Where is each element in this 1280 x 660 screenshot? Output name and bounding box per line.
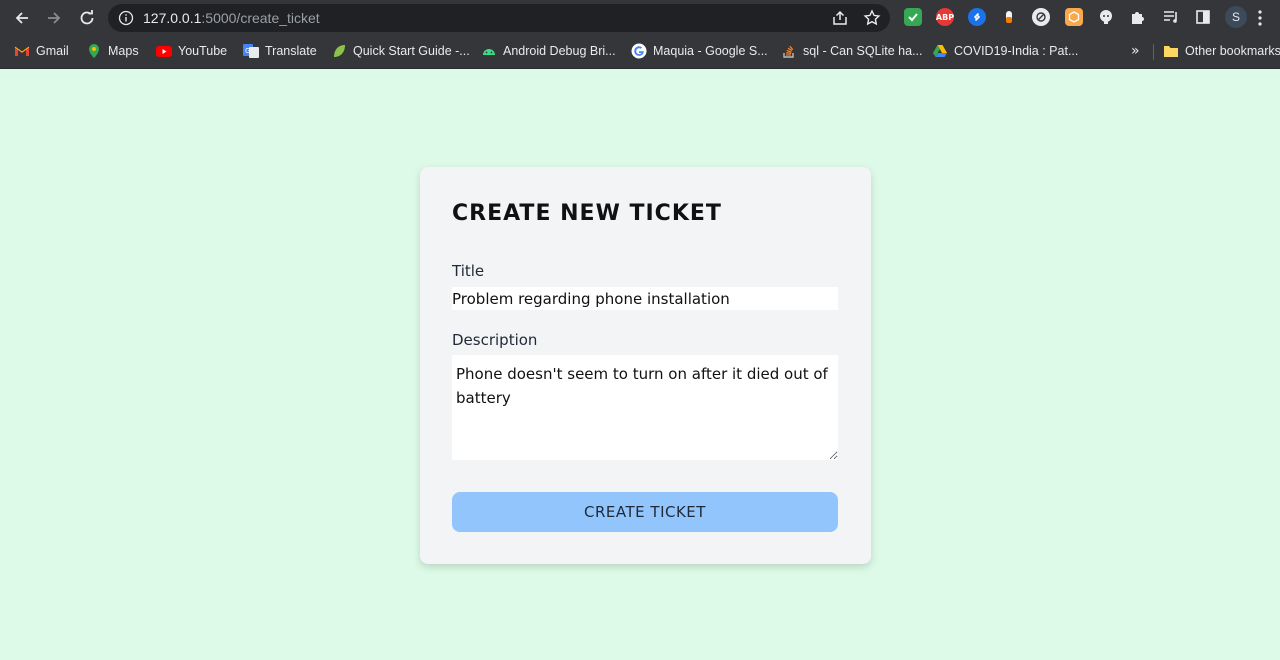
address-bar[interactable]: 127.0.0.1:5000/create_ticket: [108, 4, 890, 32]
check-extension-icon[interactable]: [904, 8, 922, 26]
android-icon: [483, 49, 495, 55]
bookmark-youtube[interactable]: YouTube: [156, 41, 227, 61]
side-panel-icon[interactable]: [1194, 8, 1212, 26]
translate-icon: G: [243, 44, 259, 58]
bookmark-translate[interactable]: G Translate: [243, 41, 317, 61]
list-icon: [1164, 11, 1177, 23]
browser-toolbar: 127.0.0.1:5000/create_ticket ABP S: [0, 0, 1280, 35]
arrow-left-icon: [15, 12, 28, 24]
bookmark-label: Android Debug Bri...: [503, 44, 616, 58]
bookmarks-bar: Gmail Maps YouTube G Translate Quick Sta…: [0, 35, 1280, 69]
bookmark-label: sql - Can SQLite ha...: [803, 44, 923, 58]
bookmark-label: Maps: [108, 44, 139, 58]
bookmark-maquia[interactable]: Maquia - Google S...: [631, 41, 768, 61]
maps-icon: [89, 44, 99, 58]
bookmark-label: COVID19-India : Pat...: [954, 44, 1079, 58]
hexagon-icon: [1068, 11, 1080, 23]
menu-dots-icon[interactable]: [1258, 9, 1262, 27]
gmail-icon: [14, 46, 30, 56]
bookmark-quick-start-guide[interactable]: Quick Start Guide -...: [331, 41, 470, 61]
description-label: Description: [452, 331, 538, 349]
reload-button[interactable]: [75, 6, 99, 30]
share-icon[interactable]: [831, 9, 849, 27]
panel-icon: [1196, 10, 1210, 24]
star-icon[interactable]: [863, 9, 881, 27]
checkmark-icon: [908, 13, 918, 22]
bookmark-sql-sqlite[interactable]: sql - Can SQLite ha...: [781, 41, 923, 61]
create-ticket-card: CREATE NEW TICKET Title Description Phon…: [420, 167, 871, 564]
url-path: :5000/create_ticket: [201, 10, 320, 26]
url-text[interactable]: 127.0.0.1:5000/create_ticket: [143, 4, 320, 32]
adblock-plus-icon[interactable]: ABP: [936, 8, 954, 26]
arrow-right-icon: [48, 12, 61, 24]
google-icon: [631, 43, 647, 59]
bookmark-label: YouTube: [178, 44, 228, 58]
other-bookmarks-folder[interactable]: Other bookmarks: [1163, 41, 1280, 61]
leaf-icon: [334, 45, 345, 57]
bookmark-android-debug-bridge[interactable]: Android Debug Bri...: [481, 41, 616, 61]
info-icon[interactable]: [118, 10, 134, 26]
create-ticket-button[interactable]: CREATE TICKET: [452, 492, 838, 532]
title-label: Title: [452, 262, 485, 280]
reload-icon: [80, 10, 94, 25]
bookmark-label: Quick Start Guide -...: [353, 44, 470, 58]
bookmarks-overflow-button[interactable]: »: [1131, 41, 1140, 61]
title-input[interactable]: [452, 287, 838, 310]
forward-button[interactable]: [42, 6, 66, 30]
puzzle-icon: [1132, 12, 1144, 24]
description-textarea[interactable]: Phone doesn't seem to turn on after it d…: [452, 355, 838, 460]
bookmark-covid19-india[interactable]: COVID19-India : Pat...: [932, 41, 1078, 61]
other-bookmarks-label: Other bookmarks: [1185, 44, 1280, 58]
back-button[interactable]: [10, 6, 34, 30]
github-icon[interactable]: [1097, 8, 1115, 26]
bookmark-label: Gmail: [36, 44, 69, 58]
bookmark-gmail[interactable]: Gmail: [14, 41, 69, 61]
bookmarks-separator: [1153, 44, 1154, 60]
extensions-puzzle-icon[interactable]: [1129, 8, 1147, 26]
stackoverflow-icon: [783, 45, 794, 58]
bookmark-label: Maquia - Google S...: [653, 44, 768, 58]
bookmark-label: Translate: [265, 44, 317, 58]
youtube-icon: [156, 46, 172, 57]
color-picker-icon[interactable]: [1000, 8, 1018, 26]
octocat-icon: [1100, 10, 1112, 24]
shazam-icon[interactable]: [968, 8, 986, 26]
url-host: 127.0.0.1: [143, 10, 202, 26]
dropper-icon: [1006, 11, 1012, 23]
no-tracking-icon[interactable]: [1032, 8, 1050, 26]
drive-icon: [933, 45, 947, 57]
orange-extension-icon[interactable]: [1065, 8, 1083, 26]
svg-text:G: G: [245, 47, 250, 55]
profile-avatar[interactable]: S: [1225, 6, 1247, 28]
bookmark-maps[interactable]: Maps: [86, 41, 139, 61]
shazam-s-icon: [973, 12, 981, 22]
reading-list-icon[interactable]: [1162, 8, 1180, 26]
folder-icon: [1164, 46, 1178, 57]
slash-icon: [1036, 12, 1046, 22]
page-title: CREATE NEW TICKET: [452, 201, 722, 226]
